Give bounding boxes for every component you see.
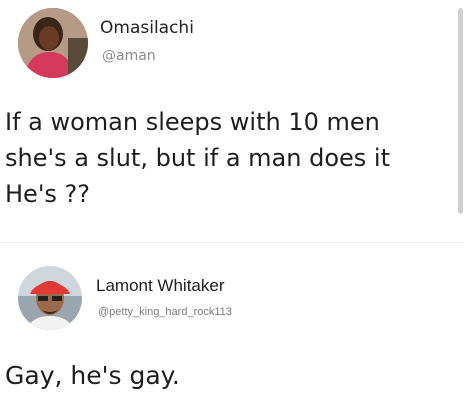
avatar[interactable]	[18, 266, 82, 330]
author-name[interactable]: Lamont Whitaker	[96, 276, 225, 296]
post-omasilachi: Omasilachi @aman If a woman sleeps with …	[0, 0, 464, 240]
post-lamont-whitaker: Lamont Whitaker @petty_king_hard_rock113…	[0, 246, 464, 418]
divider	[0, 242, 464, 243]
post-text-line: If a woman sleeps with 10 men	[5, 108, 380, 136]
author-handle[interactable]: @aman	[102, 48, 156, 64]
post-text-line: she's a slut, but if a man does it	[5, 144, 390, 172]
post-text: Gay, he's gay.	[5, 361, 180, 390]
author-handle[interactable]: @petty_king_hard_rock113	[98, 306, 232, 318]
scrollbar[interactable]	[458, 8, 463, 214]
post-text-line: He's ??	[5, 180, 91, 208]
author-name[interactable]: Omasilachi	[100, 18, 194, 38]
post-text: If a woman sleeps with 10 men she's a sl…	[5, 104, 390, 212]
avatar[interactable]	[18, 8, 88, 78]
